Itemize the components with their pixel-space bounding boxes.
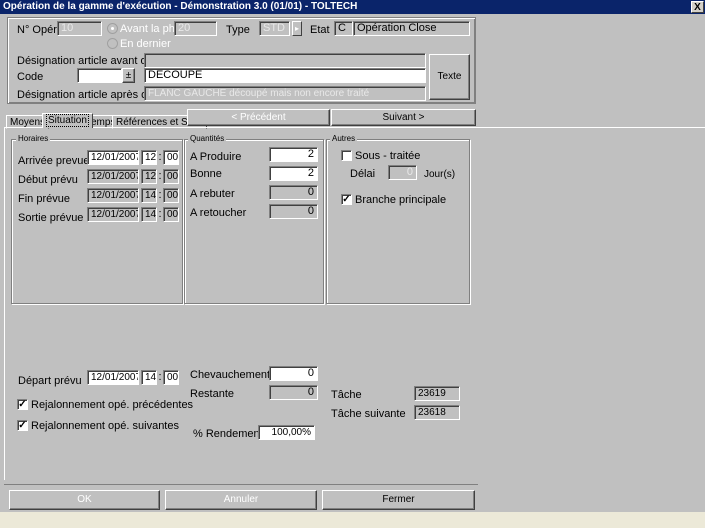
fin-hour: 14: [141, 188, 157, 203]
sortie-min: 00: [163, 207, 179, 222]
tache-label: Tâche: [331, 389, 362, 401]
a-rebuter-field: 0: [269, 185, 318, 200]
type-field[interactable]: STD: [259, 21, 290, 36]
desig-apres-label: Désignation article après opé.: [17, 89, 163, 101]
status-bar: [0, 512, 705, 528]
tab-situation[interactable]: Situation: [42, 113, 93, 128]
quantites-title: Quantités: [188, 134, 227, 144]
code-description[interactable]: DECOUPE: [144, 68, 426, 83]
debut-date: 12/01/2007: [87, 169, 139, 184]
ok-button[interactable]: OK: [9, 490, 160, 510]
desig-avant-label: Désignation article avant opé.: [17, 55, 162, 67]
debut-min: 00: [163, 169, 179, 184]
arrivee-hour[interactable]: 12: [141, 150, 157, 165]
annuler-button[interactable]: Annuler: [165, 490, 317, 510]
depart-hour[interactable]: 14: [141, 370, 157, 385]
etat-value: Opération Close: [353, 21, 470, 36]
jours-label: Jour(s): [424, 169, 456, 180]
restante-field: 0: [269, 385, 318, 400]
avant-radio[interactable]: [107, 23, 118, 34]
branche-principale-label: Branche principale: [355, 194, 447, 206]
bonne-field[interactable]: 2: [269, 166, 318, 181]
branche-principale-checkbox[interactable]: ✓: [341, 194, 352, 205]
debut-label: Début prévu: [18, 174, 78, 186]
arrivee-date[interactable]: 12/01/2007: [87, 150, 139, 165]
close-button[interactable]: X: [691, 1, 704, 13]
depart-label: Départ prévu: [18, 375, 82, 387]
chevauchement-field[interactable]: 0: [269, 366, 318, 381]
nopér-field[interactable]: 10: [57, 21, 102, 36]
a-produire-field[interactable]: 2: [269, 147, 318, 162]
code-label: Code: [17, 71, 44, 83]
fin-min: 00: [163, 188, 179, 203]
fin-colon: :: [158, 189, 162, 201]
horaires-title: Horaires: [16, 134, 51, 144]
code-dropdown-icon[interactable]: ±: [122, 68, 135, 83]
rejal-suiv-checkbox[interactable]: ✓: [17, 420, 28, 431]
code-field[interactable]: [77, 68, 122, 83]
texte-button[interactable]: Texte: [429, 54, 470, 100]
nopér-label: N° Opér: [17, 24, 57, 36]
window-title: Opération de la gamme d'exécution - Démo…: [0, 0, 705, 14]
autres-title: Autres: [330, 134, 358, 144]
debut-colon: :: [158, 170, 162, 182]
rejal-suiv-label: Rejalonnement opé. suivantes: [31, 420, 179, 432]
a-produire-label: A Produire: [190, 151, 242, 163]
debut-hour: 12: [141, 169, 157, 184]
sortie-label: Sortie prévue: [18, 212, 84, 224]
arrivee-label: Arrivée prevue: [18, 155, 90, 167]
arrivee-min[interactable]: 00: [163, 150, 179, 165]
tab-situation-label: Situation: [46, 114, 89, 127]
fermer-button[interactable]: Fermer: [322, 490, 475, 510]
autres-group: [326, 139, 470, 304]
suivant-button[interactable]: Suivant >: [331, 109, 476, 126]
etat-code: C: [334, 21, 353, 36]
delai-field: 0: [388, 165, 417, 180]
desig-avant-field: [144, 53, 426, 68]
depart-min[interactable]: 00: [163, 370, 179, 385]
rejal-prec-checkbox[interactable]: ✓: [17, 399, 28, 410]
type-picker-icon[interactable]: ▸: [292, 21, 302, 36]
arrivee-colon: :: [158, 151, 162, 163]
sous-traitee-checkbox[interactable]: [341, 150, 352, 161]
etat-label: Etat: [310, 24, 330, 36]
type-label: Type: [226, 24, 250, 36]
depart-date[interactable]: 12/01/2007: [87, 370, 139, 385]
tache-field: 23619: [414, 386, 460, 401]
sous-traitee-label: Sous - traitée: [355, 150, 421, 162]
restante-label: Restante: [190, 388, 235, 400]
rendement-field[interactable]: 100,00%: [258, 425, 315, 440]
desig-apres-field: FLANC GAUCHE découpé mais non encore tra…: [144, 86, 426, 101]
a-retoucher-field: 0: [269, 204, 318, 219]
sortie-hour: 14: [141, 207, 157, 222]
rejal-prec-label: Rejalonnement opé. précédentes: [31, 399, 194, 411]
tache-suiv-field: 23618: [414, 405, 460, 420]
tache-suiv-label: Tâche suivante: [331, 408, 406, 420]
chevauchement-label: Chevauchement: [190, 369, 271, 381]
en-dernier-label: En dernier: [120, 38, 171, 50]
sortie-date: 12/01/2007: [87, 207, 139, 222]
en-dernier-radio[interactable]: [107, 38, 118, 49]
bonne-label: Bonne: [190, 168, 222, 180]
delai-label: Délai: [350, 168, 376, 180]
sortie-colon: :: [158, 208, 162, 220]
avant-field[interactable]: 20: [174, 21, 217, 36]
a-rebuter-label: A rebuter: [190, 188, 235, 200]
fin-date: 12/01/2007: [87, 188, 139, 203]
depart-colon: :: [158, 371, 162, 383]
fin-label: Fin prévue: [18, 193, 70, 205]
a-retoucher-label: A retoucher: [190, 207, 247, 219]
precedent-button[interactable]: < Précédent: [187, 109, 330, 126]
rendement-label: % Rendement: [193, 428, 263, 440]
